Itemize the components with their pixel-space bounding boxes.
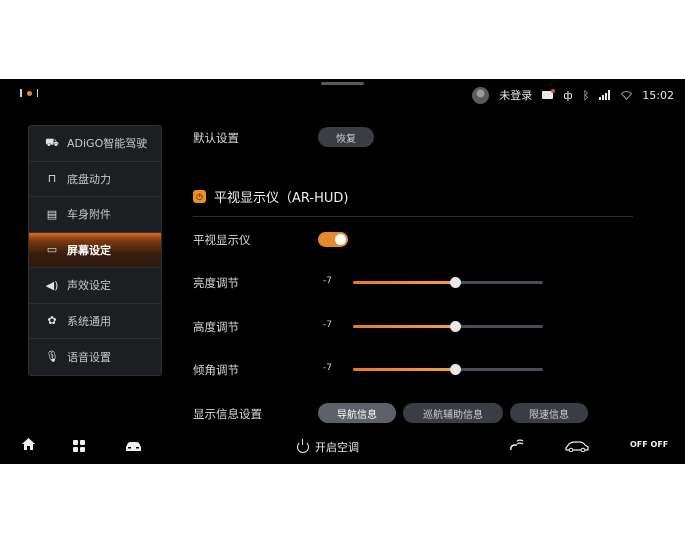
signal-icon [599, 90, 611, 100]
hud-toggle-label: 平视显示仪 [193, 233, 251, 247]
indicator-bar-icon [20, 89, 22, 97]
off-off-icon[interactable]: OFF OFF [630, 440, 668, 449]
brightness-slider[interactable] [353, 277, 543, 288]
speed-limit-button[interactable]: 限速信息 [510, 403, 588, 423]
status-indicators [20, 89, 38, 97]
tilt-slider[interactable] [353, 364, 543, 375]
section-title-text: 平视显示仪（AR-HUD) [214, 191, 349, 206]
sidebar-item-label: 系统通用 [67, 314, 111, 328]
indicator-bar-icon [36, 89, 38, 97]
brightness-value: -7 [323, 276, 332, 286]
hud-icon: ◷ [193, 190, 206, 203]
sidebar-item-label: 声效设定 [67, 279, 111, 293]
sidebar-item-system[interactable]: ✿ 系统通用 [29, 304, 161, 339]
display-info-label: 显示信息设置 [193, 407, 262, 421]
hud-toggle[interactable] [318, 232, 348, 247]
slider-fill [353, 325, 456, 328]
clock: 15:02 [642, 88, 674, 102]
section-title: ◷ 平视显示仪（AR-HUD) [193, 187, 348, 206]
power-icon [297, 439, 309, 453]
sidebar-item-voice[interactable]: 🎙 语音设置 [29, 339, 161, 375]
tilt-label: 倾角调节 [193, 363, 239, 377]
avatar[interactable] [472, 86, 490, 104]
toggle-knob [335, 234, 346, 245]
sidebar-item-label: 车身附件 [67, 208, 111, 222]
sidebar-item-screen[interactable]: ▭ 屏幕设定 [29, 232, 161, 268]
phone-icon: ф [563, 88, 573, 102]
divider [193, 216, 633, 217]
nav-info-button[interactable]: 导航信息 [318, 403, 396, 423]
restore-button[interactable]: 恢复 [318, 127, 374, 147]
settings-sidebar: ⛟ ADiGO智能驾驶 ⊓ 底盘动力 ▤ 车身附件 ▭ 屏幕设定 ◀) 声效设定… [28, 125, 162, 376]
cruise-info-button[interactable]: 巡航辅助信息 [403, 403, 503, 423]
sidebar-item-label: 屏幕设定 [67, 243, 111, 257]
slider-thumb[interactable] [450, 364, 462, 375]
tilt-value: -7 [323, 363, 332, 373]
gear-icon: ✿ [47, 314, 57, 328]
ac-label: 开启空调 [315, 441, 359, 454]
message-icon[interactable] [542, 89, 556, 99]
height-label: 高度调节 [193, 320, 239, 334]
height-slider[interactable] [353, 321, 543, 332]
sidebar-item-body[interactable]: ▤ 车身附件 [29, 197, 161, 233]
car-body-icon: ▤ [46, 207, 58, 221]
monitor-icon: ▭ [46, 243, 58, 257]
status-bar: 未登录 ф ᛒ 15:02 [472, 85, 674, 105]
brightness-label: 亮度调节 [193, 276, 239, 290]
car-outline-icon[interactable] [565, 440, 589, 456]
sidebar-item-label: 底盘动力 [67, 172, 111, 186]
apps-grid-icon[interactable] [73, 440, 85, 452]
slider-fill [353, 368, 456, 371]
microphone-icon: 🎙 [45, 350, 59, 364]
slider-fill [353, 281, 456, 284]
sidebar-item-label: 语音设置 [67, 350, 111, 364]
sidebar-item-sound[interactable]: ◀) 声效设定 [29, 268, 161, 304]
slider-thumb[interactable] [450, 321, 462, 332]
ac-button[interactable]: 开启空调 [297, 439, 359, 455]
chassis-icon: ⊓ [47, 172, 57, 186]
pull-down-handle[interactable] [321, 82, 364, 85]
car-screen: 未登录 ф ᛒ 15:02 ⛟ ADiGO智能驾驶 ⊓ 底盘动力 ▤ 车身附件 … [0, 79, 685, 464]
seat-airflow-icon[interactable] [508, 438, 525, 456]
height-value: -7 [323, 320, 332, 330]
slider-thumb[interactable] [450, 277, 462, 288]
bottom-dock: 开启空调 OFF OFF [0, 432, 685, 464]
home-icon[interactable] [22, 438, 35, 454]
user-status[interactable]: 未登录 [499, 87, 532, 103]
sidebar-item-adigo[interactable]: ⛟ ADiGO智能驾驶 [29, 126, 161, 162]
bluetooth-icon: ᛒ [582, 88, 590, 102]
car-icon[interactable] [125, 440, 142, 456]
default-settings-label: 默认设置 [193, 131, 239, 145]
steering-wheel-icon: ⛟ [45, 135, 59, 149]
indicator-dot-icon [26, 90, 32, 96]
sidebar-item-label: ADiGO智能驾驶 [67, 137, 148, 151]
speaker-icon: ◀) [45, 278, 59, 292]
wifi-icon [621, 90, 633, 100]
sidebar-item-chassis[interactable]: ⊓ 底盘动力 [29, 162, 161, 197]
